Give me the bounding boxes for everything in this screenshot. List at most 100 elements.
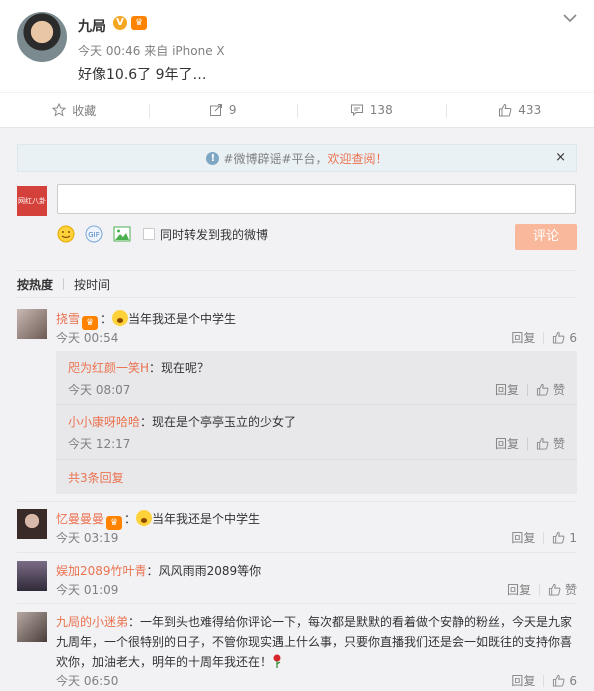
reply-item: 小小康呀哈哈：现在是个亭亭玉立的少女了 bbox=[68, 415, 297, 429]
notice-link[interactable]: 欢迎查阅！ bbox=[328, 150, 388, 167]
svg-text:GIF: GIF bbox=[88, 231, 100, 239]
comment-body: 娱加2089竹叶青：风风雨雨2089等你 bbox=[56, 564, 262, 578]
info-icon: ! bbox=[206, 151, 220, 165]
comment-time: 今天 01:09 bbox=[56, 583, 119, 597]
thumbs-up-icon[interactable] bbox=[552, 531, 565, 544]
comment-like-count[interactable]: 1 bbox=[569, 531, 577, 545]
repost-icon bbox=[209, 104, 222, 116]
thumbs-up-icon[interactable] bbox=[552, 331, 565, 344]
comment-actions: 回复 6 bbox=[511, 672, 577, 689]
reply-like-label[interactable]: 赞 bbox=[553, 435, 565, 452]
post-source[interactable]: iPhone X bbox=[172, 44, 225, 58]
chevron-down-icon[interactable] bbox=[562, 10, 578, 26]
commenter-name[interactable]: 挠雪 bbox=[56, 312, 80, 326]
comment-like-count[interactable]: 6 bbox=[569, 674, 577, 688]
comment-panel: ! #微博辟谣#平台， 欢迎查阅！ × GIF 同时转发到我的微博 评论 按热度… bbox=[0, 128, 594, 691]
comment-divider bbox=[17, 552, 577, 553]
comment-divider bbox=[17, 501, 577, 502]
commenter-name[interactable]: 忆曼曼曼 bbox=[56, 512, 104, 526]
action-divider bbox=[538, 583, 540, 596]
reply-time: 今天 08:07 bbox=[68, 383, 131, 397]
reply-button[interactable]: 回复 bbox=[495, 435, 519, 452]
reply-box: 咫为红颜一笑H：现在呢？ 今天 08:07 回复 赞 小小康呀哈哈：现在是个亭亭… bbox=[56, 351, 577, 494]
reply-actions: 回复 赞 bbox=[495, 435, 565, 452]
repost-checkbox-label: 同时转发到我的微博 bbox=[160, 227, 269, 242]
comment-text: 当年我还是个中学生 bbox=[128, 312, 237, 326]
reply-button[interactable]: 回复 bbox=[511, 529, 535, 546]
sort-divider bbox=[63, 278, 65, 290]
thumbs-up-icon[interactable] bbox=[536, 437, 549, 450]
image-icon[interactable] bbox=[113, 225, 131, 243]
my-avatar[interactable]: 网红八卦 bbox=[17, 186, 47, 216]
sort-tab-hot[interactable]: 按热度 bbox=[17, 276, 53, 293]
thumbs-up-icon bbox=[499, 103, 512, 117]
comment-actions: 回复 6 bbox=[511, 329, 577, 346]
commenter-name[interactable]: 娱加2089竹叶青 bbox=[56, 564, 147, 578]
comment-item: 挠雪 ♛：当年我还是个中学生 今天 00:54 回复 6 bbox=[17, 309, 577, 349]
comment-item: 九局的小迷弟：一年到头也难得给你评论一下，每次都是默默的看着做个安静的粉丝，今天… bbox=[17, 612, 577, 691]
repost-checkbox[interactable] bbox=[143, 228, 155, 240]
comment-time: 今天 06:50 bbox=[56, 674, 119, 688]
thumbs-up-icon[interactable] bbox=[548, 583, 561, 596]
replier-name[interactable]: 小小康呀哈哈 bbox=[68, 415, 140, 429]
comment-actions: 回复 赞 bbox=[507, 581, 577, 598]
comment-actions: 回复 1 bbox=[511, 529, 577, 546]
commenter-avatar[interactable] bbox=[17, 509, 47, 539]
reply-button[interactable]: 回复 bbox=[511, 329, 535, 346]
reply-divider bbox=[56, 404, 577, 405]
reply-button[interactable]: 回复 bbox=[511, 672, 535, 689]
favorite-button[interactable]: 收藏 bbox=[0, 93, 149, 127]
commenter-name[interactable]: 九局的小迷弟 bbox=[56, 615, 128, 629]
comment-item: 忆曼曼曼 ♛：当年我还是个中学生 今天 03:19 回复 1 bbox=[17, 509, 577, 549]
commenter-avatar[interactable] bbox=[17, 561, 47, 591]
author-avatar[interactable] bbox=[17, 12, 67, 62]
close-icon[interactable]: × bbox=[555, 150, 566, 165]
member-crown-icon: ♛ bbox=[82, 316, 99, 330]
source-prefix: 来自 bbox=[144, 44, 169, 58]
repost-count: 9 bbox=[228, 103, 237, 117]
like-button[interactable]: 433 bbox=[445, 93, 594, 127]
commenter-avatar[interactable] bbox=[17, 309, 47, 339]
action-divider bbox=[526, 383, 528, 396]
post-time[interactable]: 今天 00:46 bbox=[78, 44, 140, 58]
like-count: 433 bbox=[518, 103, 542, 117]
thumbs-up-icon[interactable] bbox=[552, 674, 565, 687]
reply-button[interactable]: 回复 bbox=[507, 581, 531, 598]
comment-body: 忆曼曼曼 ♛：当年我还是个中学生 bbox=[56, 510, 261, 530]
submit-comment-button[interactable]: 评论 bbox=[515, 224, 577, 250]
gif-icon[interactable]: GIF bbox=[85, 225, 103, 243]
comment-input[interactable] bbox=[57, 184, 576, 214]
post-text: 好像10.6了 9年了… bbox=[78, 67, 207, 83]
comment-divider bbox=[17, 603, 577, 604]
repost-button[interactable]: 9 bbox=[148, 93, 298, 127]
emoji-icon[interactable] bbox=[57, 225, 75, 243]
comment-count: 138 bbox=[369, 103, 393, 117]
comment-icon bbox=[350, 104, 363, 117]
comment-item: 娱加2089竹叶青：风风雨雨2089等你 今天 01:09 回复 赞 bbox=[17, 561, 577, 601]
reply-text: 现在呢？ bbox=[161, 361, 210, 375]
comment-body: 九局的小迷弟：一年到头也难得给你评论一下，每次都是默默的看着做个安静的粉丝，今天… bbox=[56, 615, 573, 669]
comment-like-count[interactable]: 6 bbox=[569, 331, 577, 345]
comment-like-count[interactable]: 赞 bbox=[565, 581, 577, 598]
action-divider bbox=[543, 331, 545, 344]
author-name[interactable]: 九局 bbox=[78, 16, 106, 36]
reply-button[interactable]: 回复 bbox=[495, 381, 519, 398]
reply-text: 现在是个亭亭玉立的少女了 bbox=[152, 415, 297, 429]
action-divider bbox=[526, 437, 528, 450]
comment-text: 风风雨雨2089等你 bbox=[158, 564, 262, 578]
member-crown-icon: ♛ bbox=[106, 516, 123, 530]
sort-tab-time[interactable]: 按时间 bbox=[74, 276, 110, 293]
commenter-avatar[interactable] bbox=[17, 612, 47, 642]
reply-like-label[interactable]: 赞 bbox=[553, 381, 565, 398]
thumbs-up-icon[interactable] bbox=[536, 383, 549, 396]
comment-text: 当年我还是个中学生 bbox=[152, 512, 261, 526]
comment-area: ! #微博辟谣#平台， 欢迎查阅！ × GIF 同时转发到我的微博 评论 按热度… bbox=[0, 128, 594, 691]
favorite-label: 收藏 bbox=[72, 103, 97, 118]
comment-button[interactable]: 138 bbox=[297, 93, 446, 127]
post-action-bar: 收藏 9 138 433 bbox=[0, 92, 594, 128]
replier-name[interactable]: 咫为红颜一笑H bbox=[68, 361, 149, 375]
star-icon bbox=[52, 103, 67, 117]
comment-text: 一年到头也难得给你评论一下，每次都是默默的看着做个安静的粉丝，今天是九家九周年，… bbox=[56, 615, 573, 669]
more-replies-link[interactable]: 共3条回复 bbox=[68, 469, 124, 486]
member-crown-icon: ♛ bbox=[131, 16, 147, 30]
